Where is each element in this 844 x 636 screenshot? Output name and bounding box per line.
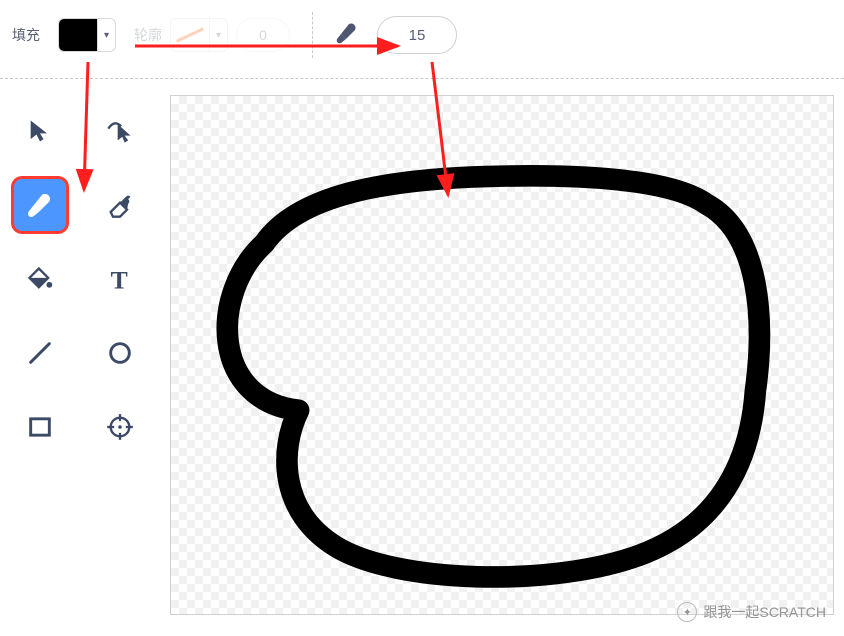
outline-group-disabled: 轮廓 ▾ 0 (134, 18, 290, 52)
no-outline-icon (171, 19, 209, 51)
reshape-tool[interactable] (94, 105, 146, 157)
chevron-down-icon: ▾ (209, 19, 227, 51)
outline-width-input[interactable]: 0 (236, 18, 290, 52)
tool-palette: T (0, 87, 170, 625)
vertical-separator (312, 12, 313, 58)
options-bar: 填充 ▾ 轮廓 ▾ 0 15 (0, 0, 844, 70)
watermark: ✦ 跟我一起SCRATCH (677, 602, 826, 622)
line-tool[interactable] (14, 327, 66, 379)
eraser-tool[interactable] (94, 179, 146, 231)
fill-swatch (59, 19, 97, 51)
rectangle-tool[interactable] (14, 401, 66, 453)
crosshair-tool[interactable] (94, 401, 146, 453)
fill-color-picker[interactable]: ▾ (58, 18, 116, 52)
editor-main: T (0, 79, 844, 625)
select-tool[interactable] (14, 105, 66, 157)
fill-label: 填充 (12, 25, 40, 45)
circle-tool[interactable] (94, 327, 146, 379)
chevron-down-icon: ▾ (97, 19, 115, 51)
svg-text:T: T (111, 265, 128, 293)
brush-icon (335, 21, 359, 50)
outline-color-picker[interactable]: ▾ (170, 18, 228, 52)
brush-tool[interactable] (14, 179, 66, 231)
brush-size-input[interactable]: 15 (377, 16, 457, 54)
outline-label: 轮廓 (134, 25, 162, 45)
user-stroke (171, 96, 833, 615)
text-tool[interactable]: T (94, 253, 146, 305)
watermark-text: 跟我一起SCRATCH (703, 602, 826, 622)
drawing-canvas[interactable] (170, 95, 834, 615)
fill-tool[interactable] (14, 253, 66, 305)
wechat-icon: ✦ (677, 602, 697, 622)
